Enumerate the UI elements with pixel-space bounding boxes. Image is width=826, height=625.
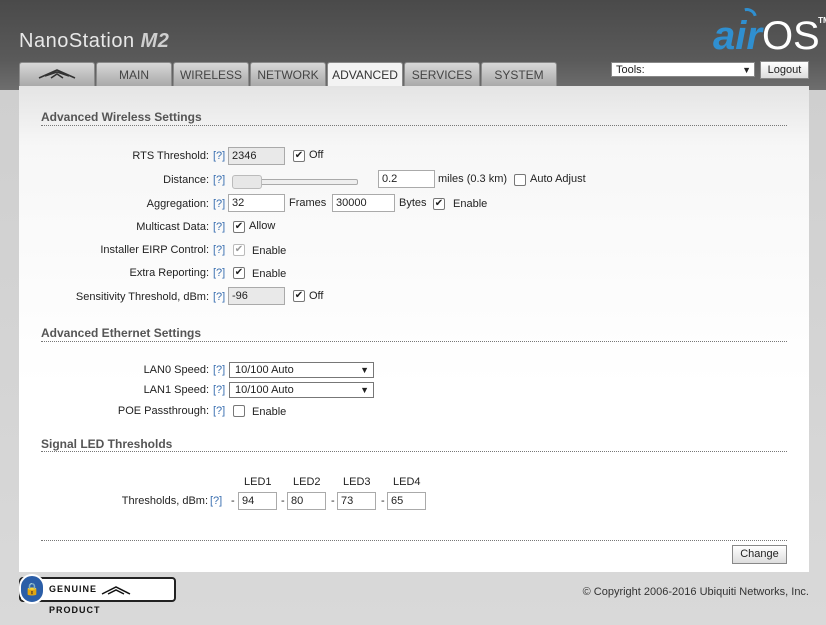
rts-threshold-label: RTS Threshold: — [132, 150, 209, 162]
tab-system[interactable]: SYSTEM — [481, 62, 557, 86]
logout-button[interactable]: Logout — [760, 61, 809, 79]
aggregation-help-link[interactable]: [?] — [213, 198, 225, 210]
genuine-text: GENUINE — [49, 584, 98, 594]
thresholds-help-link[interactable]: [?] — [210, 495, 222, 507]
tab-services[interactable]: SERVICES — [404, 62, 480, 86]
rts-off-label: Off — [309, 149, 324, 161]
chevron-down-icon: ▼ — [360, 365, 369, 375]
divider — [41, 540, 787, 541]
dash-separator: - — [381, 495, 385, 507]
lan1-help-link[interactable]: [?] — [213, 384, 225, 396]
distance-help-link[interactable]: [?] — [213, 174, 225, 186]
airos-logo: airOS TM — [713, 14, 826, 59]
distance-slider-handle[interactable] — [232, 175, 262, 189]
led1-header: LED1 — [244, 476, 272, 488]
poe-passthrough-label: POE Passthrough: — [117, 405, 209, 417]
thresholds-label: Thresholds, dBm: — [121, 495, 208, 507]
bytes-input[interactable]: 30000 — [332, 194, 395, 212]
section-title-wireless: Advanced Wireless Settings — [41, 110, 202, 124]
sensitivity-label: Sensitivity Threshold, dBm: — [75, 291, 209, 303]
extra-reporting-label: Extra Reporting: — [129, 267, 209, 279]
eirp-enable-label: Enable — [252, 245, 287, 257]
led3-header: LED3 — [343, 476, 371, 488]
poe-enable-checkbox[interactable] — [233, 405, 245, 417]
extra-reporting-checkbox[interactable] — [233, 267, 245, 279]
extra-reporting-enable-label: Enable — [252, 268, 287, 280]
auto-adjust-checkbox[interactable] — [514, 174, 526, 186]
multicast-allow-checkbox[interactable] — [233, 221, 245, 233]
dash-separator: - — [331, 495, 335, 507]
rts-off-checkbox[interactable] — [293, 150, 305, 162]
distance-label: Distance: — [163, 174, 209, 186]
lan1-speed-value: 10/100 Auto — [235, 384, 294, 396]
change-button[interactable]: Change — [732, 545, 787, 564]
tab-wireless[interactable]: WIRELESS — [173, 62, 249, 86]
divider — [41, 451, 787, 452]
multicast-allow-label: Allow — [249, 220, 276, 232]
section-title-ethernet: Advanced Ethernet Settings — [41, 326, 202, 340]
tools-dropdown[interactable]: Tools: ▼ — [611, 62, 755, 77]
led4-threshold-input[interactable]: 65 — [387, 492, 426, 510]
multicast-help-link[interactable]: [?] — [213, 221, 225, 233]
copyright-text: © Copyright 2006-2016 Ubiquiti Networks,… — [582, 586, 809, 598]
divider — [41, 341, 787, 342]
dash-separator: - — [231, 495, 235, 507]
bytes-label: Bytes — [399, 197, 427, 209]
lan1-speed-select[interactable]: 10/100 Auto ▼ — [229, 382, 374, 398]
lan0-speed-label: LAN0 Speed: — [143, 364, 209, 376]
lock-icon: 🔒 — [19, 574, 45, 604]
chevron-down-icon: ▼ — [742, 65, 751, 75]
product-text: PRODUCT — [49, 605, 101, 615]
tools-dropdown-value: Tools: — [616, 64, 645, 76]
distance-unit: miles (0.3 km) — [438, 173, 508, 185]
distance-input[interactable]: 0.2 — [378, 170, 435, 188]
frames-input[interactable]: 32 — [228, 194, 285, 212]
rts-help-link[interactable]: [?] — [213, 150, 225, 162]
ubiquiti-logo-icon — [101, 585, 130, 595]
frames-label: Frames — [289, 197, 327, 209]
product-name-text: NanoStation — [19, 30, 135, 52]
led1-threshold-input[interactable]: 94 — [238, 492, 277, 510]
poe-help-link[interactable]: [?] — [213, 405, 225, 417]
section-title-led: Signal LED Thresholds — [41, 437, 173, 451]
ubiquiti-logo-icon — [37, 63, 77, 87]
extra-reporting-help-link[interactable]: [?] — [213, 267, 225, 279]
tab-main[interactable]: MAIN — [96, 62, 172, 86]
led4-header: LED4 — [393, 476, 421, 488]
product-model: M2 — [140, 30, 170, 52]
auto-adjust-label: Auto Adjust — [530, 173, 586, 185]
multicast-label: Multicast Data: — [136, 221, 209, 233]
sensitivity-off-label: Off — [309, 290, 324, 302]
eirp-enable-checkbox[interactable] — [233, 244, 245, 256]
led2-header: LED2 — [293, 476, 321, 488]
lan0-speed-select[interactable]: 10/100 Auto ▼ — [229, 362, 374, 378]
sensitivity-input[interactable]: -96 — [228, 287, 285, 305]
settings-panel: Advanced Wireless Settings RTS Threshold… — [19, 86, 809, 572]
aggregation-enable-label: Enable — [453, 198, 488, 210]
poe-enable-label: Enable — [252, 406, 287, 418]
eirp-label: Installer EIRP Control: — [100, 244, 209, 256]
aggregation-label: Aggregation: — [146, 198, 209, 210]
airos-logo-os: OS — [761, 14, 820, 58]
dash-separator: - — [281, 495, 285, 507]
led2-threshold-input[interactable]: 80 — [287, 492, 326, 510]
sensitivity-off-checkbox[interactable] — [293, 290, 305, 302]
lan1-speed-label: LAN1 Speed: — [143, 384, 209, 396]
airos-logo-tm: TM — [818, 16, 826, 25]
lan0-speed-value: 10/100 Auto — [235, 364, 294, 376]
aggregation-enable-checkbox[interactable] — [433, 198, 445, 210]
lan0-help-link[interactable]: [?] — [213, 364, 225, 376]
eirp-help-link[interactable]: [?] — [213, 244, 225, 256]
tab-advanced[interactable]: ADVANCED — [327, 62, 403, 87]
tab-network[interactable]: NETWORK — [250, 62, 326, 86]
led3-threshold-input[interactable]: 73 — [337, 492, 376, 510]
product-name: NanoStation M2 — [19, 30, 169, 53]
tab-home[interactable] — [19, 62, 95, 86]
rts-threshold-input[interactable]: 2346 — [228, 147, 285, 165]
chevron-down-icon: ▼ — [360, 385, 369, 395]
sensitivity-help-link[interactable]: [?] — [213, 291, 225, 303]
divider — [41, 125, 787, 126]
